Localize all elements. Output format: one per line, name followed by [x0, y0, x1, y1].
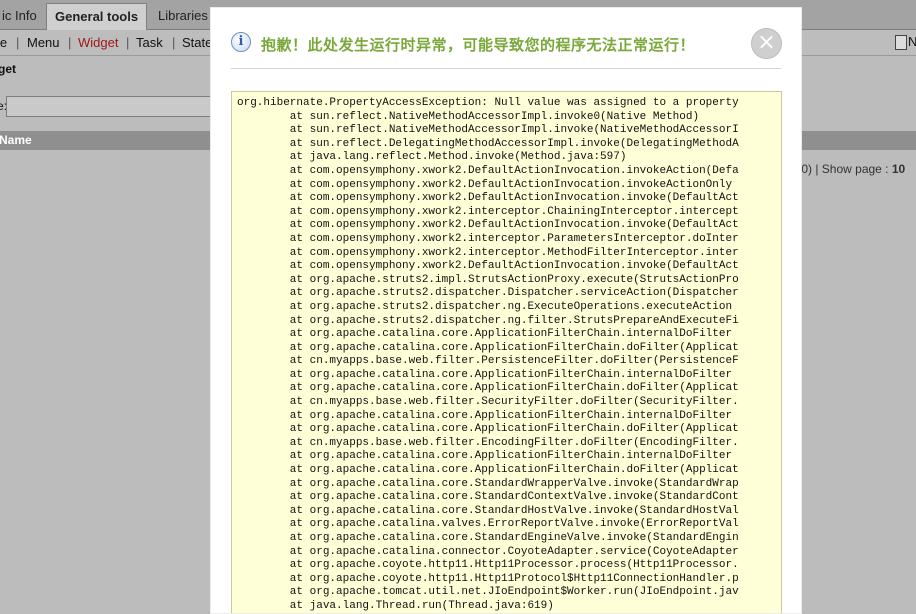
menu-separator: |: [16, 35, 20, 50]
stack-trace-line: at org.apache.catalina.valves.ErrorRepor…: [289, 518, 739, 531]
stack-trace-line: at org.apache.catalina.core.ApplicationF…: [289, 328, 733, 341]
stack-trace-line: at org.apache.catalina.core.ApplicationF…: [289, 450, 733, 463]
stack-trace-line: at org.apache.coyote.http11.Http11Proces…: [289, 559, 739, 572]
stack-trace-line: at com.opensymphony.xwork2.interceptor.M…: [289, 246, 739, 259]
stack-trace-line: at sun.reflect.NativeMethodAccessorImpl.…: [289, 124, 739, 137]
stack-trace-line: at cn.myapps.base.web.filter.Persistence…: [289, 355, 739, 368]
tab-libraries[interactable]: Libraries: [150, 4, 216, 28]
stack-trace-line: org.hibernate.PropertyAccessException: N…: [237, 97, 739, 109]
menu-separator: |: [126, 35, 130, 50]
stack-trace-line: at com.opensymphony.xwork2.interceptor.C…: [289, 205, 739, 218]
stack-trace-line: at org.apache.catalina.connector.CoyoteA…: [289, 545, 739, 558]
stack-trace-line: at com.opensymphony.xwork2.DefaultAction…: [289, 164, 739, 177]
dialog-title: 抱歉！此处发生运行时异常，可能导致您的程序无法正常运行！: [261, 36, 696, 54]
stack-trace-line: at com.opensymphony.xwork2.DefaultAction…: [289, 178, 733, 191]
new-button-label[interactable]: N: [908, 34, 916, 49]
tab-basic-info[interactable]: ic Info: [0, 4, 45, 28]
stack-trace-line: at org.apache.catalina.core.ApplicationF…: [289, 368, 733, 381]
stack-trace-line: at org.apache.coyote.http11.Http11Protoc…: [289, 572, 739, 585]
stack-trace-line: at org.apache.catalina.core.StandardCont…: [289, 491, 739, 504]
menu-separator: |: [68, 35, 72, 50]
filter-input[interactable]: [6, 96, 216, 117]
stack-trace-line: at org.apache.struts2.dispatcher.ng.filt…: [289, 314, 739, 327]
stack-trace-line: at sun.reflect.NativeMethodAccessorImpl.…: [289, 110, 700, 123]
stack-trace-line: at org.apache.catalina.core.StandardHost…: [289, 504, 739, 517]
menu-item-widget[interactable]: Widget: [78, 35, 118, 50]
stack-trace-line: at com.opensymphony.xwork2.DefaultAction…: [289, 192, 739, 205]
stack-trace-line: at java.lang.reflect.Method.invoke(Metho…: [289, 151, 627, 164]
panel-title: get: [0, 62, 16, 76]
stack-trace-line: at org.apache.catalina.core.ApplicationF…: [289, 423, 739, 436]
stack-trace-line: at org.apache.catalina.core.StandardEngi…: [289, 532, 739, 544]
menu-item-menu[interactable]: Menu: [27, 35, 60, 50]
dialog-divider: [231, 68, 781, 69]
stack-trace-line: at com.opensymphony.xwork2.DefaultAction…: [289, 260, 739, 273]
stack-trace-text: org.hibernate.PropertyAccessException: N…: [232, 92, 781, 613]
menu-item-task[interactable]: Task: [136, 35, 163, 50]
stack-trace-line: at org.apache.catalina.core.ApplicationF…: [289, 464, 739, 477]
stack-trace-line: at org.apache.struts2.dispatcher.Dispatc…: [289, 287, 739, 300]
tab-general-tools[interactable]: General tools: [46, 3, 148, 30]
stack-trace-line: at org.apache.struts2.dispatcher.ng.Exec…: [289, 300, 733, 313]
error-dialog: i 抱歉！此处发生运行时异常，可能导致您的程序无法正常运行！ × org.hib…: [210, 7, 802, 614]
stack-trace-line: at org.apache.catalina.core.ApplicationF…: [289, 341, 739, 354]
stack-trace-line: at cn.myapps.base.web.filter.SecurityFil…: [289, 396, 739, 409]
menu-item-state[interactable]: State: [182, 35, 212, 50]
pager-text: /0) | Show page :: [798, 162, 892, 176]
menu-separator: |: [172, 35, 176, 50]
stack-trace-line: at org.apache.struts2.impl.StrutsActionP…: [289, 273, 739, 286]
close-button[interactable]: ×: [751, 28, 782, 59]
stack-trace-line: at org.apache.catalina.core.ApplicationF…: [289, 409, 733, 422]
stack-trace-line: at com.opensymphony.xwork2.interceptor.P…: [289, 232, 739, 245]
stack-trace-line: at com.opensymphony.xwork2.DefaultAction…: [289, 219, 739, 232]
stack-trace-line: at org.apache.catalina.core.ApplicationF…: [289, 382, 739, 395]
stack-trace-line: at org.apache.tomcat.util.net.JIoEndpoin…: [289, 586, 739, 599]
stack-trace-box[interactable]: org.hibernate.PropertyAccessException: N…: [231, 91, 782, 613]
info-icon: i: [231, 32, 251, 52]
menu-item-module[interactable]: le: [0, 35, 7, 50]
pager: /0) | Show page : 10: [798, 162, 905, 176]
stack-trace-line: at cn.myapps.base.web.filter.EncodingFil…: [289, 436, 739, 449]
stack-trace-line: at java.lang.Thread.run(Thread.java:619): [289, 599, 554, 612]
pager-page-link[interactable]: 10: [892, 162, 905, 176]
new-document-icon[interactable]: [895, 35, 907, 50]
stack-trace-line: at sun.reflect.DelegatingMethodAccessorI…: [289, 137, 739, 150]
close-icon: ×: [757, 30, 776, 55]
column-header-name[interactable]: Name: [0, 133, 32, 147]
stack-trace-line: at org.apache.catalina.core.StandardWrap…: [289, 477, 739, 490]
